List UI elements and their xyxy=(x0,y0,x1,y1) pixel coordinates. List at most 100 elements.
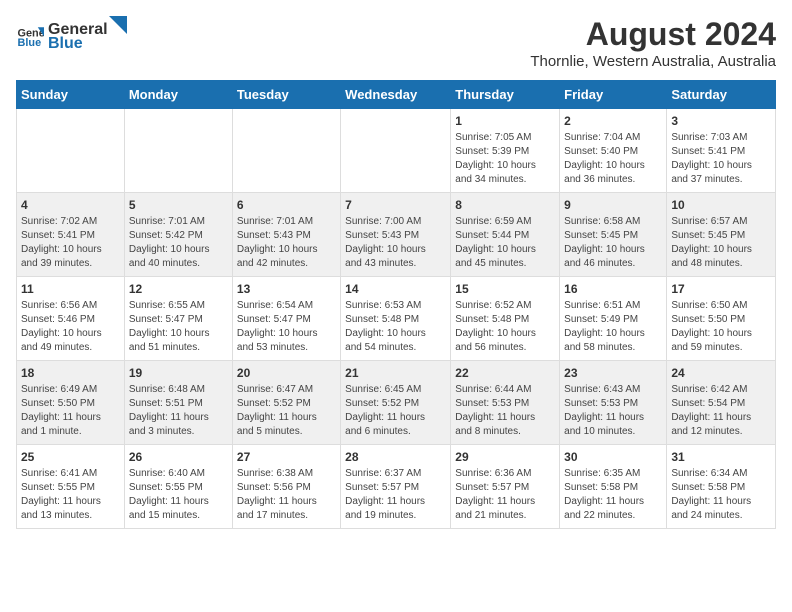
logo: General Blue General Blue xyxy=(16,16,128,53)
cell-info: Sunrise: 6:48 AM Sunset: 5:51 PM Dayligh… xyxy=(129,383,228,439)
day-cell: 13 Sunrise: 6:54 AM Sunset: 5:47 PM Dayli… xyxy=(232,277,340,361)
day-cell: 21Sunrise: 6:45 AM Sunset: 5:52 PM Dayli… xyxy=(341,361,451,445)
day-cell xyxy=(341,109,451,193)
cell-info: Sunrise: 7:04 AM Sunset: 5:40 PM Dayligh… xyxy=(564,131,662,187)
cell-info: Sunrise: 6:57 AM Sunset: 5:45 PM Dayligh… xyxy=(671,215,771,271)
week-row-1: 1 Sunrise: 7:05 AM Sunset: 5:39 PM Daylig… xyxy=(17,109,776,193)
week-row-4: 18 Sunrise: 6:49 AM Sunset: 5:50 PM Dayli… xyxy=(17,361,776,445)
cell-date-number: 3 xyxy=(671,114,771,128)
cell-info: Sunrise: 6:53 AM Sunset: 5:48 PM Dayligh… xyxy=(345,299,446,355)
cell-info: Sunrise: 6:42 AM Sunset: 5:54 PM Dayligh… xyxy=(671,383,771,439)
day-cell xyxy=(17,109,125,193)
day-cell: 3 Sunrise: 7:03 AM Sunset: 5:41 PM Daylig… xyxy=(667,109,776,193)
cell-info: Sunrise: 6:58 AM Sunset: 5:45 PM Dayligh… xyxy=(564,215,662,271)
day-cell: 5 Sunrise: 7:01 AM Sunset: 5:42 PM Daylig… xyxy=(124,193,232,277)
day-cell: 6 Sunrise: 7:01 AM Sunset: 5:43 PM Daylig… xyxy=(232,193,340,277)
cell-info: Sunrise: 6:56 AM Sunset: 5:46 PM Dayligh… xyxy=(21,299,120,355)
week-row-5: 25 Sunrise: 6:41 AM Sunset: 5:55 PM Dayli… xyxy=(17,445,776,529)
day-header-tuesday: Tuesday xyxy=(232,81,340,109)
week-row-3: 11 Sunrise: 6:56 AM Sunset: 5:46 PM Dayli… xyxy=(17,277,776,361)
svg-text:Blue: Blue xyxy=(18,36,42,48)
cell-info: Sunrise: 7:05 AM Sunset: 5:39 PM Dayligh… xyxy=(455,131,555,187)
cell-date-number: 25 xyxy=(21,450,120,464)
day-cell: 2 Sunrise: 7:04 AM Sunset: 5:40 PM Daylig… xyxy=(560,109,667,193)
cell-date-number: 15 xyxy=(455,282,555,296)
day-cell: 26 Sunrise: 6:40 AM Sunset: 5:55 PM Dayli… xyxy=(124,445,232,529)
cell-date-number: 22 xyxy=(455,366,555,380)
cell-date-number: 16 xyxy=(564,282,662,296)
day-cell: 14 Sunrise: 6:53 AM Sunset: 5:48 PM Dayli… xyxy=(341,277,451,361)
cell-date-number: 11 xyxy=(21,282,120,296)
cell-date-number: 6 xyxy=(237,198,336,212)
page-header: General Blue General Blue August 2024 Th… xyxy=(16,16,776,70)
day-header-friday: Friday xyxy=(560,81,667,109)
cell-info: Sunrise: 6:41 AM Sunset: 5:55 PM Dayligh… xyxy=(21,467,120,523)
cell-date-number: 17 xyxy=(671,282,771,296)
day-cell: 30 Sunrise: 6:35 AM Sunset: 5:58 PM Dayli… xyxy=(560,445,667,529)
cell-info: Sunrise: 6:35 AM Sunset: 5:58 PM Dayligh… xyxy=(564,467,662,523)
logo-triangle xyxy=(109,16,127,34)
cell-date-number: 13 xyxy=(237,282,336,296)
cell-date-number: 2 xyxy=(564,114,662,128)
cell-date-number: 29 xyxy=(455,450,555,464)
cell-date-number: 18 xyxy=(21,366,120,380)
title-section: August 2024 Thornlie, Western Australia,… xyxy=(530,16,776,70)
day-cell: 7Sunrise: 7:00 AM Sunset: 5:43 PM Daylig… xyxy=(341,193,451,277)
cell-date-number: 9 xyxy=(564,198,662,212)
cell-date-number: 1 xyxy=(455,114,555,128)
cell-info: Sunrise: 6:51 AM Sunset: 5:49 PM Dayligh… xyxy=(564,299,662,355)
day-cell: 4Sunrise: 7:02 AM Sunset: 5:41 PM Daylig… xyxy=(17,193,125,277)
cell-date-number: 24 xyxy=(671,366,771,380)
day-cell: 22 Sunrise: 6:44 AM Sunset: 5:53 PM Dayli… xyxy=(451,361,560,445)
cell-date-number: 5 xyxy=(129,198,228,212)
cell-info: Sunrise: 7:00 AM Sunset: 5:43 PM Dayligh… xyxy=(345,215,446,271)
cell-info: Sunrise: 6:52 AM Sunset: 5:48 PM Dayligh… xyxy=(455,299,555,355)
cell-info: Sunrise: 6:47 AM Sunset: 5:52 PM Dayligh… xyxy=(237,383,336,439)
day-header-thursday: Thursday xyxy=(451,81,560,109)
cell-date-number: 31 xyxy=(671,450,771,464)
day-header-wednesday: Wednesday xyxy=(341,81,451,109)
day-cell: 20 Sunrise: 6:47 AM Sunset: 5:52 PM Dayli… xyxy=(232,361,340,445)
cell-date-number: 26 xyxy=(129,450,228,464)
cell-info: Sunrise: 7:01 AM Sunset: 5:43 PM Dayligh… xyxy=(237,215,336,271)
day-cell: 8Sunrise: 6:59 AM Sunset: 5:44 PM Daylig… xyxy=(451,193,560,277)
location: Thornlie, Western Australia, Australia xyxy=(530,53,776,70)
cell-info: Sunrise: 6:38 AM Sunset: 5:56 PM Dayligh… xyxy=(237,467,336,523)
cell-date-number: 12 xyxy=(129,282,228,296)
cell-info: Sunrise: 6:49 AM Sunset: 5:50 PM Dayligh… xyxy=(21,383,120,439)
cell-info: Sunrise: 6:43 AM Sunset: 5:53 PM Dayligh… xyxy=(564,383,662,439)
cell-info: Sunrise: 7:01 AM Sunset: 5:42 PM Dayligh… xyxy=(129,215,228,271)
day-cell: 28Sunrise: 6:37 AM Sunset: 5:57 PM Dayli… xyxy=(341,445,451,529)
day-cell: 15 Sunrise: 6:52 AM Sunset: 5:48 PM Dayli… xyxy=(451,277,560,361)
cell-info: Sunrise: 6:54 AM Sunset: 5:47 PM Dayligh… xyxy=(237,299,336,355)
day-header-monday: Monday xyxy=(124,81,232,109)
cell-info: Sunrise: 7:03 AM Sunset: 5:41 PM Dayligh… xyxy=(671,131,771,187)
day-cell xyxy=(232,109,340,193)
cell-date-number: 19 xyxy=(129,366,228,380)
cell-info: Sunrise: 6:59 AM Sunset: 5:44 PM Dayligh… xyxy=(455,215,555,271)
cell-info: Sunrise: 6:50 AM Sunset: 5:50 PM Dayligh… xyxy=(671,299,771,355)
day-cell: 18 Sunrise: 6:49 AM Sunset: 5:50 PM Dayli… xyxy=(17,361,125,445)
logo-icon: General Blue xyxy=(16,21,44,49)
day-cell: 27Sunrise: 6:38 AM Sunset: 5:56 PM Dayli… xyxy=(232,445,340,529)
day-header-saturday: Saturday xyxy=(667,81,776,109)
cell-info: Sunrise: 6:45 AM Sunset: 5:52 PM Dayligh… xyxy=(345,383,446,439)
cell-date-number: 30 xyxy=(564,450,662,464)
cell-info: Sunrise: 6:40 AM Sunset: 5:55 PM Dayligh… xyxy=(129,467,228,523)
day-cell: 25 Sunrise: 6:41 AM Sunset: 5:55 PM Dayli… xyxy=(17,445,125,529)
cell-info: Sunrise: 6:55 AM Sunset: 5:47 PM Dayligh… xyxy=(129,299,228,355)
cell-date-number: 23 xyxy=(564,366,662,380)
day-cell xyxy=(124,109,232,193)
cell-date-number: 4 xyxy=(21,198,120,212)
day-cell: 24 Sunrise: 6:42 AM Sunset: 5:54 PM Dayli… xyxy=(667,361,776,445)
cell-info: Sunrise: 6:44 AM Sunset: 5:53 PM Dayligh… xyxy=(455,383,555,439)
cell-date-number: 14 xyxy=(345,282,446,296)
cell-date-number: 20 xyxy=(237,366,336,380)
day-header-sunday: Sunday xyxy=(17,81,125,109)
cell-info: Sunrise: 6:37 AM Sunset: 5:57 PM Dayligh… xyxy=(345,467,446,523)
calendar-table: SundayMondayTuesdayWednesdayThursdayFrid… xyxy=(16,80,776,529)
day-cell: 16 Sunrise: 6:51 AM Sunset: 5:49 PM Dayli… xyxy=(560,277,667,361)
week-row-2: 4Sunrise: 7:02 AM Sunset: 5:41 PM Daylig… xyxy=(17,193,776,277)
cell-date-number: 10 xyxy=(671,198,771,212)
day-cell: 31Sunrise: 6:34 AM Sunset: 5:58 PM Dayli… xyxy=(667,445,776,529)
